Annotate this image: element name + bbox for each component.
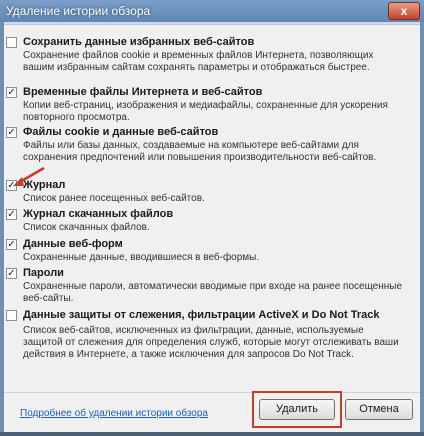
option-label: Данные веб-форм <box>23 238 123 250</box>
option-label: Сохранить данные избранных веб-сайтов <box>23 36 255 48</box>
window-bottom-edge <box>0 432 424 436</box>
checkbox[interactable]: ✓ <box>6 127 17 138</box>
close-button[interactable]: x <box>388 2 420 20</box>
delete-button[interactable]: Удалить <box>259 399 335 420</box>
option-description: Сохранение файлов cookie и временных фай… <box>23 50 374 73</box>
checkbox[interactable] <box>6 310 17 321</box>
option-description: Копии веб-страниц, изображения и медиафа… <box>23 100 388 123</box>
window-title: Удаление истории обзора <box>6 4 151 18</box>
footer-divider <box>4 392 420 393</box>
option-label: Пароли <box>23 267 64 279</box>
checkbox[interactable]: ✓ <box>6 268 17 279</box>
option-label: Файлы cookie и данные веб-сайтов <box>23 126 219 138</box>
option-description: Список веб-сайтов, исключенных из фильтр… <box>23 325 399 360</box>
option-description: Сохраненные пароли, автоматически вводим… <box>23 281 403 304</box>
cancel-button[interactable]: Отмена <box>345 399 413 420</box>
option-label: Журнал скачанных файлов <box>23 208 174 220</box>
option-description: Сохраненные данные, вводившиеся в веб-фо… <box>23 252 260 263</box>
option-description: Файлы или базы данных, создаваемые на ко… <box>23 140 377 163</box>
checkbox[interactable]: ✓ <box>6 239 17 250</box>
option-description: Список ранее посещенных веб-сайтов. <box>23 193 205 204</box>
option-label: Временные файлы Интернета и веб-сайтов <box>23 86 263 98</box>
red-arrow-icon <box>13 166 45 186</box>
learn-more-link[interactable]: Подробнее об удалении истории обзора <box>20 408 208 419</box>
option-description: Список скачанных файлов. <box>23 222 150 233</box>
option-label: Данные защиты от слежения, фильтрации Ac… <box>23 309 380 321</box>
title-bar: Удаление истории обзора x <box>0 0 424 22</box>
checkbox[interactable]: ✓ <box>6 87 17 98</box>
checkbox[interactable]: ✓ <box>6 209 17 220</box>
checkbox[interactable] <box>6 37 17 48</box>
